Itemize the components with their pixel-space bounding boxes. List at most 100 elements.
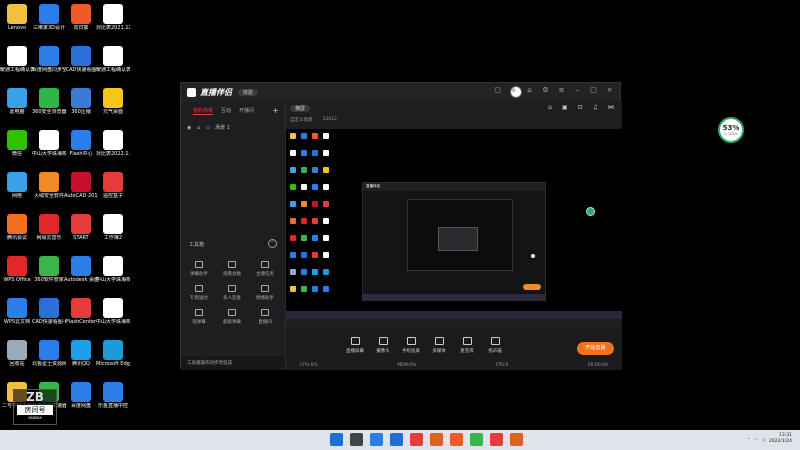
taskbar-app-icon[interactable] [510, 433, 523, 446]
taskbar-app-icon[interactable] [450, 433, 463, 446]
tab-room[interactable]: 开播间 [239, 107, 254, 115]
taskbar-app-icon[interactable] [410, 433, 423, 446]
gift-icon[interactable]: ◈ [509, 86, 518, 95]
orientation-tag[interactable]: 横屏 [290, 104, 311, 112]
desktop-icon[interactable]: START [66, 214, 96, 241]
add-scene-icon[interactable]: + [272, 106, 279, 115]
desktop-icon[interactable]: 360安全浏览器 [32, 88, 66, 115]
desktop-icon[interactable]: Microsoft Edge [96, 340, 130, 367]
toolbox-item[interactable]: 直播间 [251, 309, 279, 325]
desktop-icon[interactable]: 向日葵 [66, 4, 96, 31]
message-icon[interactable]: ▢ [493, 86, 502, 95]
desktop-icon[interactable]: 360压缩 [66, 88, 96, 115]
taskbar-app-icon[interactable] [490, 433, 503, 446]
close-icon[interactable]: × [605, 86, 614, 95]
toolbox-item[interactable]: 超级弹幕 [218, 309, 246, 325]
taskbar-app-icon[interactable] [330, 433, 343, 446]
desktop-icon[interactable]: CAD快速看图 [66, 46, 96, 73]
toolbox-item[interactable]: 多人连麦 [218, 285, 246, 301]
settings-icon[interactable]: ⚙ [541, 86, 550, 95]
desktop-icon[interactable]: 北极星士资源网 [32, 340, 66, 367]
minimize-icon[interactable]: – [573, 86, 582, 95]
desktop-icon[interactable]: 暖通工程确认表 [96, 46, 130, 73]
desktop-icon[interactable]: 腾讯QQ [66, 340, 96, 367]
taskbar-app-icon[interactable] [370, 433, 383, 446]
desktop-icon[interactable]: 元气桌面 [98, 88, 128, 115]
desktop-icon[interactable]: 乐鱼直播中控 [98, 382, 128, 409]
source-button[interactable]: 手机投屏 [398, 337, 424, 354]
layout-icon[interactable]: ▣ [562, 104, 568, 111]
taskbar-app-icon[interactable] [470, 433, 483, 446]
volume-icon[interactable]: ◁ [762, 437, 765, 442]
desktop-icon[interactable]: 火绒安全软件 [34, 172, 64, 199]
desktop-icon[interactable]: 对比表2022.1.22 [96, 130, 130, 157]
store-icon[interactable]: ⌂ [548, 104, 552, 111]
wifi-icon[interactable]: ◠ [754, 437, 758, 442]
desktop-icon[interactable]: 网易云音乐 [34, 214, 64, 241]
toolbox-item[interactable]: 弹幕助手 [185, 261, 213, 277]
desktop-icon[interactable]: 中山大学珠海校区二号学 [32, 130, 66, 157]
desktop-icon[interactable]: 此电脑 [2, 88, 32, 115]
lock-icon[interactable]: ⌂ [525, 86, 534, 95]
source-button[interactable]: 多媒体 [426, 337, 452, 354]
toolbox-item[interactable]: 主播任务 [251, 261, 279, 277]
network-speed-widget[interactable]: 53% 0.1KB/s [718, 117, 744, 143]
taskbar-app-icon[interactable] [350, 433, 363, 446]
desktop-icon[interactable]: Lenovo [2, 4, 32, 31]
desktop-icon[interactable]: 三维家3D设计 [33, 4, 65, 31]
desktop-icon[interactable]: 工作簿2 [98, 214, 128, 241]
source-button[interactable]: 摄像头 [370, 337, 396, 354]
toolbox-item[interactable]: 情绪助手 [251, 285, 279, 301]
menu-icon[interactable]: ≡ [557, 86, 566, 95]
desktop-icon[interactable]: 中山大学珠海校区二号学 [96, 256, 130, 283]
desktop-icon[interactable]: WPS Office [2, 256, 32, 283]
app-icon [71, 298, 91, 318]
desktop-icon[interactable]: 微信 [2, 130, 32, 157]
captured-icon [323, 184, 329, 190]
desktop-icon[interactable]: 百度网盘同步空间 [32, 46, 66, 73]
lock-icon[interactable]: ⊡ [578, 104, 583, 111]
source-button[interactable]: 直播屏幕 [342, 337, 368, 354]
version-badge[interactable]: 体验 [238, 88, 259, 96]
desktop-icon[interactable]: CAD快速看图-编辑 [32, 298, 66, 325]
desktop-icon[interactable]: 腾讯会议 [2, 214, 32, 241]
share-icon[interactable]: ⋈ [608, 104, 614, 111]
maximize-icon[interactable]: □ [589, 86, 598, 95]
scene-lock-icon[interactable]: ⌂ [197, 125, 200, 131]
source-button[interactable]: 扬声器 [482, 337, 508, 354]
tab-my-scenes[interactable]: 我的场景 [193, 107, 214, 115]
desktop-icon[interactable]: 360软件管家 [34, 256, 64, 283]
taskbar-app-icon[interactable] [430, 433, 443, 446]
toolbox-collapse-icon[interactable]: ⌃ [268, 239, 277, 248]
desktop-icon[interactable]: 对比表2021.12.27 [96, 4, 130, 31]
source-icon [434, 337, 444, 345]
stream-canvas[interactable]: 直播伴侣 [286, 129, 622, 319]
desktop-icon[interactable]: 中山大学珠海校区二号学 [96, 298, 130, 325]
scene-item[interactable]: ◉ ⌂ ▭ 场景 1 [181, 121, 285, 134]
desktop-icon[interactable]: FlashCenter [66, 298, 96, 325]
tab-interact[interactable]: 互动 [221, 107, 231, 115]
notification-icon[interactable]: ♫ [593, 104, 598, 111]
toolbox-item[interactable]: 礼物送达 [185, 285, 213, 301]
go-live-button[interactable]: 开始直播 [577, 342, 614, 355]
desktop-icon[interactable]: 网络 [2, 172, 32, 199]
taskbar-app-icon[interactable] [390, 433, 403, 446]
desktop-icon[interactable]: WPS云文档 [2, 298, 32, 325]
toolbox-item[interactable]: 观看总数 [218, 261, 246, 277]
desktop-icon[interactable]: Autodesk 桌面应用程序 [64, 256, 98, 283]
bottom-notice[interactable]: 工具箱操作同步改造成 [181, 356, 285, 370]
clock[interactable]: 13:31 2022/1/24 [769, 433, 792, 445]
desktop-icon[interactable]: 回收站 [2, 340, 32, 367]
captured-icon [290, 167, 296, 173]
desktop-icon[interactable]: AutoCAD 2018 - 简体 [64, 172, 98, 199]
tray-up-icon[interactable]: ⌃ [747, 437, 750, 442]
desktop-icon[interactable]: 遥控盒子 [98, 172, 128, 199]
source-button[interactable]: 麦克风 [454, 337, 480, 354]
desktop-icon[interactable]: 暖通工程确认表 [0, 46, 34, 73]
toolbox-item[interactable]: 观弹幕 [185, 309, 213, 325]
eye-icon[interactable]: ◉ [187, 125, 191, 131]
captured-icon [312, 235, 318, 241]
desktop-icon[interactable]: 百度网盘 [66, 382, 96, 409]
live-companion-window[interactable]: 直播伴侣 体验 ▢ ◈ ⌂ ⚙ ≡ – □ × 我的场景 互动 开播间 + ◉ … [180, 82, 622, 370]
desktop-icon[interactable]: Flash中心 [66, 130, 96, 157]
